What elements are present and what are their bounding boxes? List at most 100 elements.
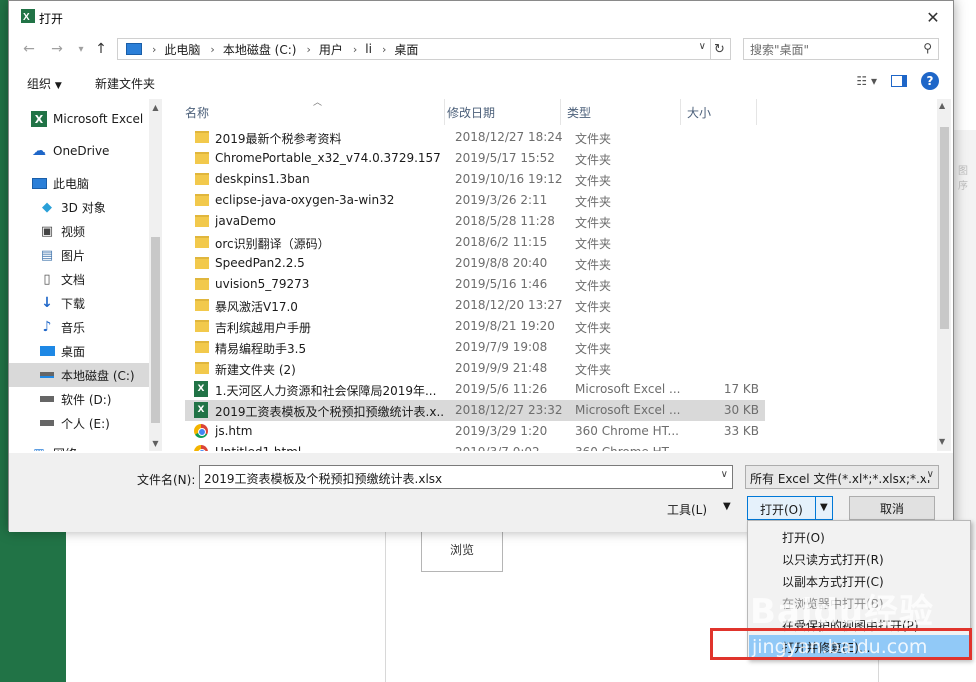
open-split-button[interactable]: 打开(O) ▼ xyxy=(747,496,833,520)
column-header-date[interactable]: 修改日期 xyxy=(441,99,561,125)
recent-locations-chevron-icon[interactable]: ▾ xyxy=(71,39,91,59)
address-bar[interactable]: › 此电脑 › 本地磁盘 (C:) › 用户 › li › 桌面 ∨ xyxy=(117,38,711,60)
file-date: 2019/5/16 1:46 xyxy=(455,277,548,291)
chevron-down-icon[interactable]: ∨ xyxy=(924,469,934,480)
new-folder-button[interactable]: 新建文件夹 xyxy=(95,75,155,92)
open-dialog: X 打开 ✕ ← → ▾ ↑ › 此电脑 › 本地磁盘 (C:) › 用户 › … xyxy=(8,0,954,532)
file-row[interactable]: orc识别翻译（源码） 2018/6/2 11:15 文件夹 xyxy=(185,232,765,253)
column-header-size[interactable]: 大小 xyxy=(681,99,757,125)
filename-label: 文件名(N): xyxy=(137,473,196,487)
file-row[interactable]: uvision5_79273 2019/5/16 1:46 文件夹 xyxy=(185,274,765,295)
navigation-scrollbar[interactable]: ▲ ▼ xyxy=(149,99,162,451)
watermark-url: jingyan.baidu.com xyxy=(752,636,928,658)
nav-item-microsoft-excel[interactable]: X Microsoft Excel xyxy=(31,107,162,131)
chevron-down-icon[interactable]: ∨ xyxy=(699,41,706,52)
file-row[interactable]: javaDemo 2018/5/28 11:28 文件夹 xyxy=(185,211,765,232)
folder-icon xyxy=(195,278,209,290)
close-icon[interactable]: ✕ xyxy=(921,5,945,29)
tools-button[interactable]: 工具(L) xyxy=(667,501,707,518)
preview-pane-icon[interactable] xyxy=(891,75,907,87)
scroll-down-icon[interactable]: ▼ xyxy=(939,437,945,446)
chevron-down-icon[interactable]: ∨ xyxy=(721,469,728,480)
nav-item-network[interactable]: ▦ 网络 xyxy=(31,441,162,451)
column-header-type[interactable]: 类型 xyxy=(561,99,681,125)
file-row[interactable]: 2019最新个税参考资料 2018/12/27 18:24 文件夹 xyxy=(185,127,765,148)
nav-item-documents[interactable]: ▯ 文档 xyxy=(39,267,162,291)
video-icon: ▣ xyxy=(40,223,54,239)
file-name: javaDemo xyxy=(215,214,276,228)
breadcrumb-this-pc[interactable]: 此电脑 xyxy=(164,41,200,58)
file-date: 2018/12/27 23:32 xyxy=(455,403,563,417)
backstage-divider xyxy=(385,530,386,682)
up-arrow-icon[interactable]: ↑ xyxy=(91,39,111,59)
folder-icon xyxy=(195,299,209,311)
file-date: 2018/12/20 13:27 xyxy=(455,298,563,312)
file-list-scrollbar[interactable]: ▲ ▼ xyxy=(937,99,951,451)
organize-button[interactable]: 组织 ▼ xyxy=(27,75,62,92)
browse-button[interactable]: 浏览 xyxy=(421,526,503,572)
file-size: 33 KB xyxy=(723,424,759,438)
view-options-icon[interactable]: ☷ ▾ xyxy=(856,74,877,88)
scroll-up-icon[interactable]: ▲ xyxy=(939,101,945,110)
breadcrumb-user-li[interactable]: li xyxy=(365,42,372,56)
file-row[interactable]: 暴风激活V17.0 2018/12/20 13:27 文件夹 xyxy=(185,295,765,316)
nav-item-desktop[interactable]: 桌面 xyxy=(39,339,162,363)
forward-arrow-icon[interactable]: → xyxy=(47,39,67,59)
scroll-up-icon[interactable]: ▲ xyxy=(150,101,161,113)
nav-item-3d-objects[interactable]: ◆ 3D 对象 xyxy=(39,195,162,219)
scroll-down-icon[interactable]: ▼ xyxy=(150,437,161,449)
cancel-button[interactable]: 取消 xyxy=(849,496,935,520)
column-header-name[interactable]: 名称 xyxy=(179,99,445,125)
file-row[interactable]: 精易编程助手3.5 2019/7/9 19:08 文件夹 xyxy=(185,337,765,358)
scrollbar-thumb[interactable] xyxy=(940,127,949,329)
nav-item-downloads[interactable]: ↓ 下载 xyxy=(39,291,162,315)
scrollbar-thumb[interactable] xyxy=(151,237,160,423)
search-icon[interactable]: ⚲ xyxy=(923,41,932,55)
help-icon[interactable]: ? xyxy=(921,72,939,90)
cloud-icon: ☁ xyxy=(32,143,46,159)
file-row[interactable]: 吉利缤越用户手册 2019/8/21 19:20 文件夹 xyxy=(185,316,765,337)
nav-item-this-pc[interactable]: 此电脑 xyxy=(31,171,162,195)
chevron-right-icon[interactable]: › xyxy=(306,43,310,56)
nav-item-onedrive[interactable]: ☁ OneDrive xyxy=(31,139,162,163)
download-icon: ↓ xyxy=(41,295,53,311)
chevron-right-icon[interactable]: › xyxy=(382,43,386,56)
file-type-value: 所有 Excel 文件(*.xl*;*.xlsx;*.xl xyxy=(750,472,931,486)
search-input[interactable]: 搜索"桌面" ⚲ xyxy=(743,38,939,60)
refresh-icon[interactable]: ↻ xyxy=(709,38,731,60)
nav-item-music[interactable]: ♪ 音乐 xyxy=(39,315,162,339)
back-arrow-icon[interactable]: ← xyxy=(19,39,39,59)
chevron-down-icon[interactable]: ▼ xyxy=(723,501,731,512)
file-name: 2019工资表模板及个税预扣预缴统计表.x... xyxy=(215,405,445,419)
file-row[interactable]: X 1.天河区人力资源和社会保障局2019年... 2019/5/6 11:26 Mi… xyxy=(185,379,765,400)
chevron-right-icon[interactable]: › xyxy=(152,43,156,56)
filename-input[interactable]: 2019工资表模板及个税预扣预缴统计表.xlsx ∨ xyxy=(199,465,733,489)
file-row[interactable]: deskpins1.3ban 2019/10/16 19:12 文件夹 xyxy=(185,169,765,190)
menu-item-open-read-only[interactable]: 以只读方式打开(R) xyxy=(749,547,969,569)
chevron-right-icon[interactable]: › xyxy=(210,43,214,56)
nav-item-local-disk-c[interactable]: 本地磁盘 (C:) xyxy=(9,363,149,387)
file-row[interactable]: ChromePortable_x32_v74.0.3729.157 2019/5/… xyxy=(185,148,765,169)
file-type-filter[interactable]: 所有 Excel 文件(*.xl*;*.xlsx;*.xl ∨ xyxy=(745,465,939,489)
file-row[interactable]: js.htm 2019/3/29 1:20 360 Chrome HT... 33 K… xyxy=(185,421,765,442)
breadcrumb-local-disk[interactable]: 本地磁盘 (C:) xyxy=(223,41,297,58)
chevron-right-icon[interactable]: › xyxy=(353,43,357,56)
nav-item-drive-d[interactable]: 软件 (D:) xyxy=(39,387,162,411)
file-row[interactable]: Untitled1.html 2019/3/7 0:02 360 Chrome HT… xyxy=(185,442,765,451)
breadcrumb-users[interactable]: 用户 xyxy=(319,41,343,58)
nav-item-label: 下载 xyxy=(61,296,86,311)
chevron-down-icon[interactable]: ▼ xyxy=(820,502,828,513)
open-button-label[interactable]: 打开(O) xyxy=(760,501,803,518)
menu-item-open[interactable]: 打开(O) xyxy=(749,525,969,547)
file-row[interactable]: eclipse-java-oxygen-3a-win32 2019/3/26 2:… xyxy=(185,190,765,211)
folder-icon xyxy=(195,236,209,248)
breadcrumb-desktop[interactable]: 桌面 xyxy=(394,41,418,58)
file-row[interactable]: 新建文件夹 (2) 2019/9/9 21:48 文件夹 xyxy=(185,358,765,379)
file-name: 吉利缤越用户手册 xyxy=(215,321,312,335)
nav-item-drive-e[interactable]: 个人 (E:) xyxy=(39,411,162,435)
file-row[interactable]: X 2019工资表模板及个税预扣预缴统计表.x... 2018/12/27 23:3… xyxy=(185,400,765,421)
file-row[interactable]: SpeedPan2.2.5 2019/8/8 20:40 文件夹 xyxy=(185,253,765,274)
nav-item-videos[interactable]: ▣ 视频 xyxy=(39,219,162,243)
file-type: 文件夹 xyxy=(575,237,612,251)
nav-item-pictures[interactable]: ▤ 图片 xyxy=(39,243,162,267)
